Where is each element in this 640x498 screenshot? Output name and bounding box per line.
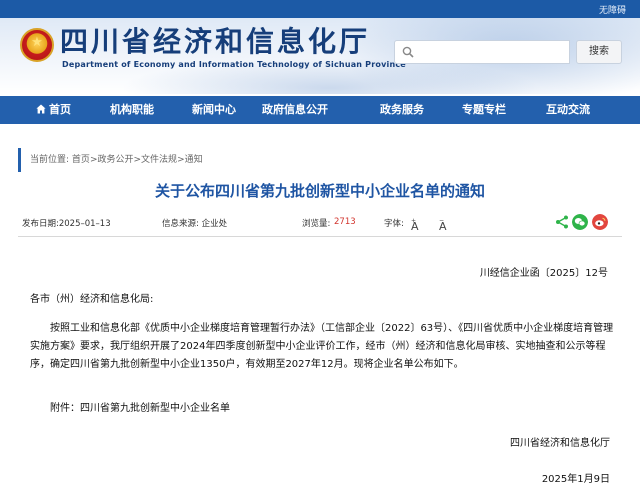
breadcrumb: 当前位置: 首页>政务公开>文件法规>通知	[18, 148, 203, 172]
breadcrumb-item-public-affairs[interactable]: 政务公开	[97, 155, 133, 165]
nav-item-news[interactable]: 新闻中心	[192, 96, 236, 124]
font-larger-button[interactable]: A +	[411, 217, 419, 233]
info-source: 信息来源: 企业处	[162, 219, 228, 229]
publish-date: 发布日期:2025–01–13	[22, 219, 111, 229]
document-number: 川经信企业函〔2025〕12号	[479, 268, 608, 279]
national-emblem-icon: ★	[20, 28, 54, 62]
home-icon	[36, 104, 46, 114]
share-icon[interactable]	[554, 214, 570, 230]
site-header: ★ 四川省经济和信息化厅 Department of Economy and I…	[0, 18, 640, 94]
article-title: 关于公布四川省第九批创新型中小企业名单的通知	[154, 182, 485, 200]
top-utility-bar: 无障碍	[0, 0, 640, 18]
nav-item-label: 首页	[49, 103, 71, 116]
breadcrumb-separator: >	[133, 155, 142, 165]
weibo-share-icon[interactable]	[592, 214, 608, 230]
breadcrumb-prefix: 当前位置:	[30, 155, 70, 165]
site-title-english: Department of Economy and Information Te…	[62, 60, 406, 69]
attachment-link[interactable]: 附件：四川省第九批创新型中小企业名单	[50, 399, 230, 414]
search-box	[394, 40, 570, 64]
nav-item-organization[interactable]: 机构职能	[110, 96, 154, 124]
search-icon	[402, 46, 414, 58]
breadcrumb-item-regulations[interactable]: 文件法规	[141, 155, 177, 165]
breadcrumb-item-home[interactable]: 首页	[72, 155, 90, 165]
font-size-label: 字体:	[384, 219, 404, 229]
font-larger-glyph: A	[411, 220, 419, 233]
signature: 四川省经济和信息化厅	[510, 438, 610, 449]
breadcrumb-item-notices[interactable]: 通知	[185, 155, 203, 165]
nav-item-gov-info[interactable]: 政府信息公开	[262, 96, 328, 124]
nav-item-interaction[interactable]: 互动交流	[546, 96, 590, 124]
font-smaller-glyph: A	[439, 220, 447, 233]
document-date: 2025年1月9日	[541, 474, 610, 485]
views-count: 2713	[334, 217, 356, 227]
breadcrumb-separator: >	[177, 155, 185, 165]
article-body: 按照工业和信息化部《优质中小企业梯度培育管理暂行办法》（工信部企业〔2022〕6…	[30, 323, 614, 370]
nav-item-topics[interactable]: 专题专栏	[462, 96, 506, 124]
meta-divider	[18, 236, 622, 237]
views-label: 浏览量:	[302, 219, 331, 229]
search-button[interactable]: 搜索	[576, 40, 622, 64]
wechat-share-icon[interactable]	[572, 214, 588, 230]
nav-item-services[interactable]: 政务服务	[380, 96, 424, 124]
addressee: 各市（州）经济和信息化局:	[30, 294, 154, 305]
site-title[interactable]: 四川省经济和信息化厅	[60, 26, 370, 58]
article-meta: 发布日期:2025–01–13 信息来源: 企业处 浏览量: 2713 字体: …	[0, 214, 640, 233]
search-input[interactable]	[419, 43, 567, 61]
nav-item-home[interactable]: 首页	[36, 96, 71, 124]
main-nav: 首页 机构职能 新闻中心 政府信息公开 政务服务 专题专栏 互动交流	[0, 96, 640, 124]
accessibility-link[interactable]: 无障碍	[599, 3, 626, 16]
font-smaller-button[interactable]: A −	[439, 217, 447, 233]
